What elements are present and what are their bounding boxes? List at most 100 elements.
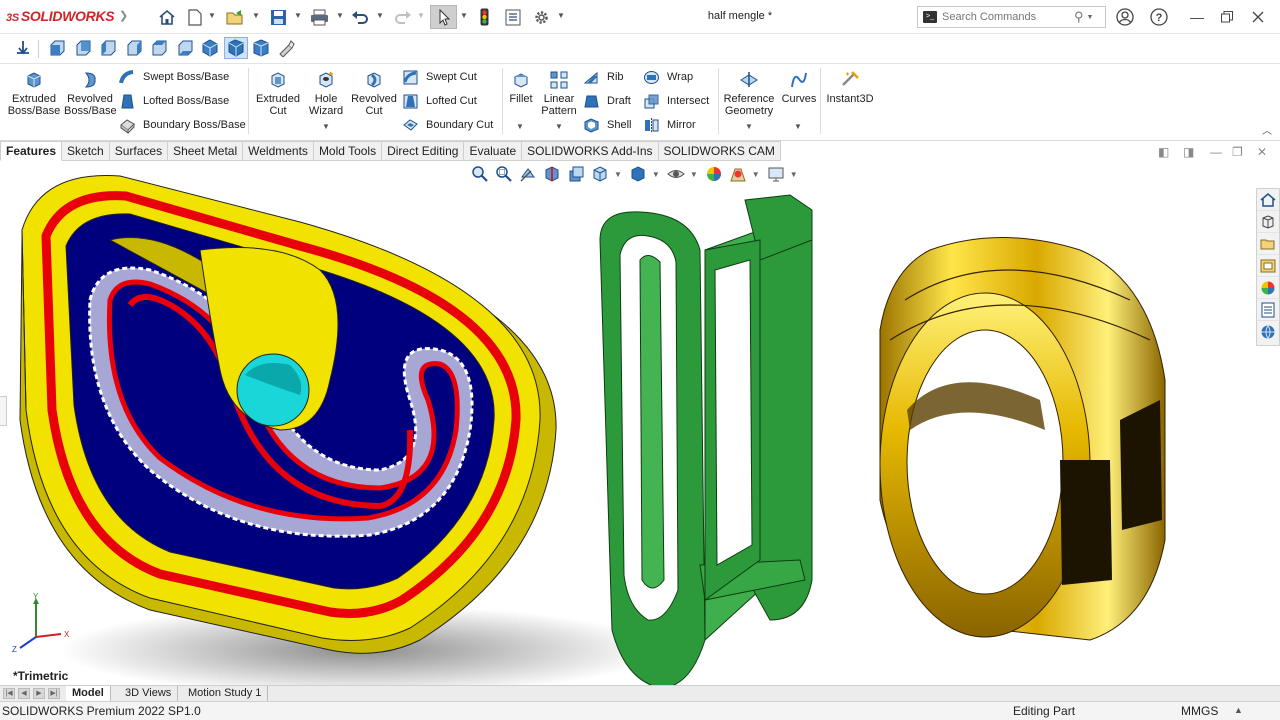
new-dropdown-icon[interactable]: ▼ [208,11,216,20]
revolved-cut-button[interactable]: Revolved Cut [349,70,399,117]
zoom-to-area-icon[interactable] [494,164,514,184]
mirror-button[interactable]: Mirror [643,114,696,136]
view-selector-icon[interactable] [276,38,296,58]
tab-surfaces[interactable]: Surfaces [109,141,169,161]
undo-dropdown-icon[interactable]: ▼ [376,11,384,20]
design-library-icon[interactable] [1257,211,1279,233]
close-icon[interactable] [1247,6,1269,28]
open-icon[interactable] [224,5,248,29]
print-icon[interactable] [308,5,330,29]
search-dropdown-icon[interactable]: ▼ [1087,14,1094,21]
curves-button[interactable]: Curves [780,70,818,105]
top-view-icon[interactable] [149,38,169,58]
redo-dropdown-icon[interactable]: ▼ [417,11,425,20]
tab-3d-views[interactable]: 3D Views [119,686,179,702]
view-palette-icon[interactable] [1257,255,1279,277]
select-icon[interactable] [430,5,457,29]
extruded-boss-button[interactable]: Extruded Boss/Base [6,70,62,117]
tab-motion-study-1[interactable]: Motion Study 1 [182,686,269,702]
normal-to-icon[interactable] [13,38,33,58]
reference-geometry-button[interactable]: Reference Geometry [722,70,776,117]
hide-show-dropdown-icon[interactable]: ▼ [690,170,698,179]
logo-menu-chevron-icon[interactable]: ❯ [119,9,128,22]
left-view-icon[interactable] [98,38,118,58]
help-icon[interactable]: ? [1148,6,1170,28]
tab-features[interactable]: Features [0,141,63,161]
last-tab-icon[interactable]: ▶| [48,688,60,699]
tab-weldments[interactable]: Weldments [243,141,314,161]
apply-scene-icon[interactable] [728,164,748,184]
revolved-boss-button[interactable]: Revolved Boss/Base [64,70,117,117]
user-icon[interactable] [1114,6,1136,28]
doc-close-icon[interactable]: ✕ [1257,145,1267,159]
edit-appearance-icon[interactable] [704,164,724,184]
display-style-icon[interactable] [628,164,648,184]
display-style-dropdown-icon[interactable]: ▼ [652,170,660,179]
redo-icon[interactable] [392,5,414,29]
zoom-to-fit-icon[interactable] [470,164,490,184]
select-dropdown-icon[interactable]: ▼ [460,11,468,20]
back-view-icon[interactable] [73,38,93,58]
undo-icon[interactable] [349,5,371,29]
new-document-icon[interactable] [185,5,205,29]
custom-properties-icon[interactable] [1257,299,1279,321]
instant3d-button[interactable]: Instant3D [824,70,876,105]
tab-evaluate[interactable]: Evaluate [464,141,523,161]
tab-model[interactable]: Model [66,686,111,702]
part-green-shackle[interactable] [599,194,813,685]
trimetric-view-icon[interactable] [224,37,248,59]
minimize-icon[interactable]: — [1186,6,1208,28]
doc-restore-icon[interactable]: ❐ [1232,145,1243,159]
part-half-mengle[interactable] [19,174,557,654]
file-properties-icon[interactable] [502,5,524,29]
restore-icon[interactable] [1216,6,1238,28]
open-dropdown-icon[interactable]: ▼ [252,11,260,20]
extruded-cut-button[interactable]: Extruded Cut [253,70,303,117]
intersect-button[interactable]: Intersect [643,90,709,112]
model-graphics[interactable]: Y X Z [0,161,1280,685]
hole-wizard-dropdown-icon[interactable]: ▼ [322,122,330,131]
hole-wizard-button[interactable]: Hole Wizard [304,70,348,117]
shell-button[interactable]: Shell [583,114,631,136]
view-settings-dropdown-icon[interactable]: ▼ [790,170,798,179]
solidworks-logo[interactable]: 3S SOLIDWORKS [6,8,115,24]
apply-scene-dropdown-icon[interactable]: ▼ [752,170,760,179]
options-dropdown-icon[interactable]: ▼ [557,11,565,20]
search-commands-box[interactable]: >_ ⚲ ▼ [917,6,1106,28]
units-dropdown-icon[interactable]: ▲ [1234,701,1243,719]
dimetric-view-icon[interactable] [251,38,271,58]
save-dropdown-icon[interactable]: ▼ [294,11,302,20]
tab-sheet-metal[interactable]: Sheet Metal [168,141,244,161]
solidworks-resources-icon[interactable] [1257,189,1279,211]
fillet-dropdown-icon[interactable]: ▼ [516,122,524,131]
graphics-area[interactable]: Y X Z [0,161,1280,685]
panel-right-icon[interactable]: ◨ [1183,145,1194,159]
appearances-icon[interactable] [1257,277,1279,299]
front-view-icon[interactable] [47,38,67,58]
doc-minimize-icon[interactable]: — [1210,145,1222,159]
home-icon[interactable] [156,5,178,29]
lofted-boss-button[interactable]: Lofted Boss/Base [119,90,229,112]
panel-left-icon[interactable]: ◧ [1158,145,1169,159]
rebuild-icon[interactable] [476,5,492,29]
tab-sketch[interactable]: Sketch [62,141,110,161]
tab-solidworks-add-ins[interactable]: SOLIDWORKS Add-Ins [522,141,659,161]
wrap-button[interactable]: Wrap [643,66,693,88]
first-tab-icon[interactable]: |◀ [3,688,15,699]
dynamic-annotation-views-icon[interactable] [566,164,586,184]
tab-solidworks-cam[interactable]: SOLIDWORKS CAM [658,141,781,161]
search-icon[interactable]: ⚲ [1074,9,1084,25]
previous-view-icon[interactable] [518,164,538,184]
previous-tab-icon[interactable]: ◀ [18,688,30,699]
view-settings-icon[interactable] [766,164,786,184]
lofted-cut-button[interactable]: Lofted Cut [402,90,477,112]
save-icon[interactable] [267,5,289,29]
reference-geometry-dropdown-icon[interactable]: ▼ [745,122,753,131]
bottom-view-icon[interactable] [175,38,195,58]
solidworks-forum-icon[interactable] [1257,321,1279,343]
linear-pattern-button[interactable]: Linear Pattern [540,70,578,117]
isometric-view-icon[interactable] [200,38,220,58]
file-explorer-icon[interactable] [1257,233,1279,255]
fillet-button[interactable]: Fillet [506,70,536,105]
view-orientation-icon[interactable] [590,164,610,184]
